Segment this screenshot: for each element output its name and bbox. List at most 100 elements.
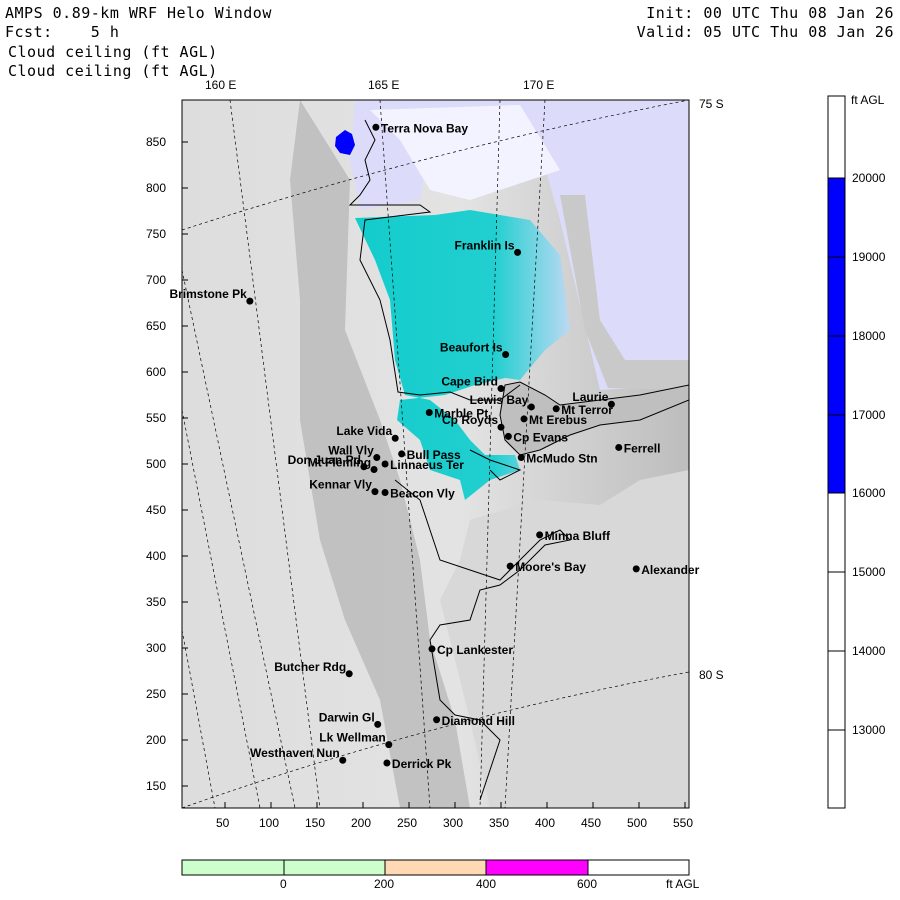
bottom-bar-seg-2 [283, 859, 386, 876]
y-tick-label: 700 [146, 273, 167, 287]
y-tick-label: 600 [146, 365, 167, 379]
bottom-bar-tick: 200 [374, 877, 395, 891]
lat-label: 75 S [699, 97, 724, 111]
place-marker [371, 488, 379, 496]
x-tick-label: 450 [581, 816, 602, 830]
colorbar-tick: 17000 [852, 408, 886, 422]
place-marker [497, 423, 505, 431]
place-marker [502, 351, 510, 359]
y-tick-label: 200 [146, 733, 167, 747]
lon-label: 160 E [205, 78, 237, 92]
place-label: Minna Bluff [545, 529, 611, 543]
colorbar-tick: 13000 [852, 723, 886, 737]
colorbar-tick: 16000 [852, 486, 886, 500]
x-tick-label: 250 [397, 816, 418, 830]
place-marker [383, 759, 391, 767]
place-label: Franklin Is [455, 238, 515, 252]
place-marker [425, 408, 433, 416]
place-marker [536, 531, 544, 539]
lon-label: 165 E [368, 78, 400, 92]
x-tick-label: 150 [305, 816, 326, 830]
place-marker [246, 297, 254, 305]
place-label: Lk Wellman [319, 731, 385, 745]
place-label: Cp Lankester [437, 643, 513, 657]
place-label: Terra Nova Bay [381, 121, 468, 135]
place-marker [504, 432, 512, 440]
place-marker [506, 562, 514, 570]
bottom-bar-seg-3 [384, 859, 487, 876]
place-marker [632, 565, 640, 573]
y-tick-label: 650 [146, 319, 167, 333]
place-marker [517, 454, 525, 462]
place-label: Brimstone Pk [169, 287, 247, 301]
x-tick-label: 300 [443, 816, 464, 830]
place-label: Ferrell [624, 441, 661, 455]
colorbar-tick: 15000 [852, 565, 886, 579]
place-marker [345, 670, 353, 678]
bottom-bar-seg-5 [587, 859, 690, 876]
place-marker [385, 741, 393, 749]
y-tick-label: 550 [146, 411, 167, 425]
place-label: Lake Vida [336, 424, 392, 438]
bottom-bar-tick: 400 [476, 877, 497, 891]
place-label: Lewis Bay [470, 393, 529, 407]
bottom-bar-seg-1 [181, 859, 285, 876]
place-marker [433, 716, 441, 724]
place-marker [339, 756, 347, 764]
place-marker [391, 434, 399, 442]
y-tick-label: 350 [146, 595, 167, 609]
place-label: Butcher Rdg [274, 660, 346, 674]
colorbar-tick: 20000 [852, 171, 886, 185]
place-marker [514, 248, 522, 256]
place-label: Darwin Gl [319, 710, 375, 724]
y-tick-label: 750 [146, 227, 167, 241]
colorbar-tick: 14000 [852, 644, 886, 658]
place-label: Moore's Bay [515, 560, 586, 574]
place-marker [552, 405, 560, 413]
place-label: Cp Royds [442, 413, 498, 427]
place-label: Alexander [641, 563, 699, 577]
place-marker [374, 720, 382, 728]
y-tick-label: 150 [146, 779, 167, 793]
x-tick-label: 400 [535, 816, 556, 830]
x-tick-label: 100 [259, 816, 280, 830]
x-tick-label: 200 [351, 816, 372, 830]
x-tick-label: 500 [627, 816, 648, 830]
y-tick-label: 500 [146, 457, 167, 471]
y-tick-label: 800 [146, 181, 167, 195]
lon-label: 170 E [523, 78, 555, 92]
colorbar-unit: ft AGL [851, 93, 885, 107]
colorbar [827, 95, 846, 809]
place-marker [381, 460, 389, 468]
bottom-bar-tick: 600 [577, 877, 598, 891]
place-label: Kennar Vly [309, 478, 372, 492]
place-marker [370, 466, 378, 474]
x-tick-label: 50 [216, 816, 230, 830]
bottom-bar-unit: ft AGL [666, 877, 700, 891]
place-marker [373, 454, 381, 462]
y-tick-label: 250 [146, 687, 167, 701]
x-tick-label: 550 [673, 816, 694, 830]
y-tick-label: 300 [146, 641, 167, 655]
place-label: Linnaeus Ter [390, 458, 464, 472]
place-label: Mt Erebus [529, 413, 587, 427]
lat-label: 80 S [699, 668, 724, 682]
place-label: Cp Evans [513, 430, 568, 444]
place-marker [428, 645, 436, 653]
place-label: Westhaven Nun [250, 746, 340, 760]
colorbar-tick: 18000 [852, 329, 886, 343]
place-marker [372, 123, 380, 131]
place-label: Derrick Pk [392, 757, 452, 771]
place-label: Cape Bird [441, 375, 498, 389]
x-tick-label: 350 [489, 816, 510, 830]
place-label: Beaufort Is [440, 341, 503, 355]
place-label: Diamond Hill [442, 714, 515, 728]
bottom-colorbar [181, 859, 690, 876]
place-marker [527, 403, 535, 411]
map-panel: Terra Nova Bay Franklin Is Brimstone Pk Bea… [169, 95, 846, 876]
place-marker [497, 385, 505, 393]
colorbar-tick: 19000 [852, 250, 886, 264]
place-label: McMudo Stn [526, 452, 597, 466]
place-marker [520, 415, 528, 423]
bottom-bar-seg-4 [485, 859, 589, 876]
